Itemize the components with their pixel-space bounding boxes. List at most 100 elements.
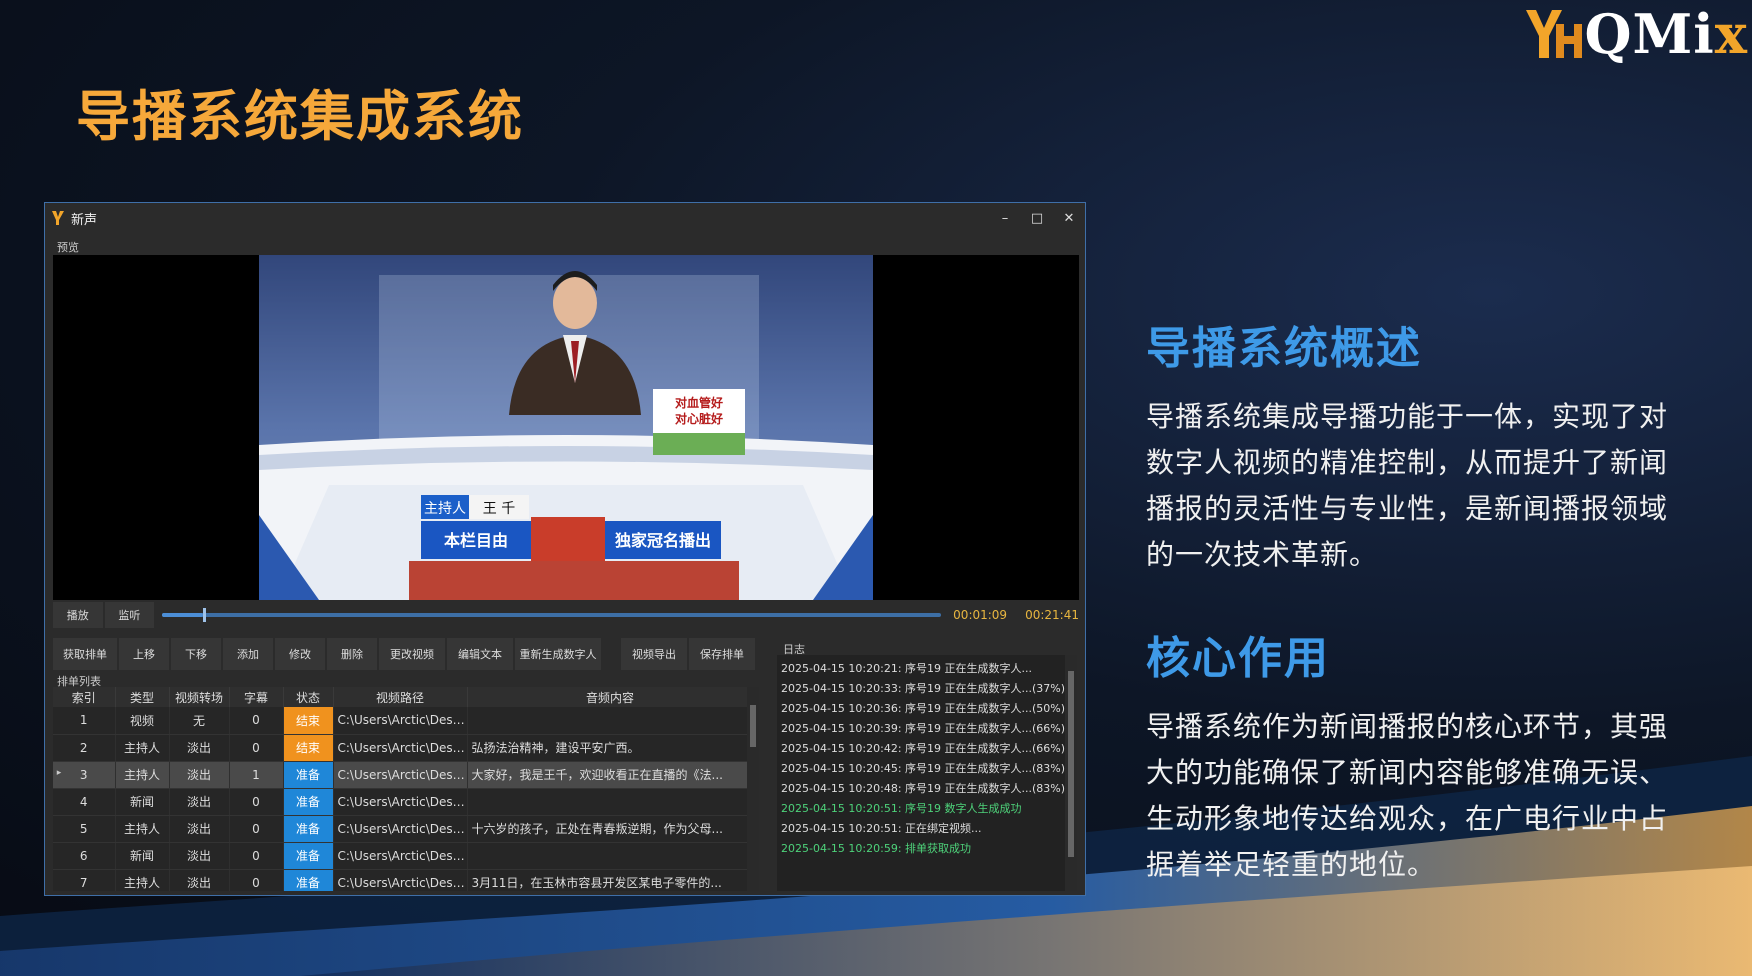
row-index: 1 bbox=[53, 707, 116, 735]
table-row[interactable]: 1 视频无 0 结束 C:\Users\Arctic\Deskt... bbox=[53, 707, 754, 735]
playback-bar: 播放 监听 00:01:09 00:21:41 bbox=[53, 600, 1079, 630]
row-index: 2 bbox=[53, 734, 116, 762]
brand-logo: QMix bbox=[1522, 2, 1748, 66]
progress-handle[interactable] bbox=[202, 608, 206, 622]
column-header[interactable]: 索引 bbox=[53, 687, 116, 707]
row-subtitle: 0 bbox=[229, 788, 284, 816]
playlist-table: 索引 类型 视频转场 字幕 状态 视频路径 音频内容 1 视频无 0 结束 C:\Use… bbox=[53, 687, 759, 891]
anchor-tag-text: 主持人 bbox=[424, 501, 466, 517]
slide-title: 导播系统集成系统 bbox=[76, 85, 524, 148]
column-header[interactable]: 音频内容 bbox=[467, 687, 754, 707]
row-transition: 淡出 bbox=[169, 869, 230, 891]
table-row[interactable]: 4 新闻 淡出 0 准备 C:\Users\Arctic\Deskt... bbox=[53, 788, 754, 816]
progress-fill bbox=[162, 613, 203, 617]
row-type: 主持人 bbox=[115, 761, 170, 789]
edit-text-button[interactable]: 编辑文本 bbox=[447, 638, 513, 670]
log-line: 2025-04-15 10:20:42: 序号19 正在生成数字人...(66%… bbox=[781, 742, 1066, 755]
change-video-button[interactable]: 更改视频 bbox=[379, 638, 445, 670]
table-row[interactable]: 7 主持人 淡出 0 准备 C:\Users\Arctic\Deskt... 3月11日，在… bbox=[53, 869, 754, 891]
play-button[interactable]: 播放 bbox=[53, 602, 103, 628]
maximize-icon[interactable]: □ bbox=[1021, 211, 1053, 226]
overview-section: 导播系统概述 导播系统集成导播功能于一体，实现了对数字人视频的精准控制，从而提升… bbox=[1146, 312, 1686, 578]
row-transition: 淡出 bbox=[169, 788, 230, 816]
row-subtitle: 0 bbox=[229, 734, 284, 762]
total-time: 00:21:41 bbox=[1025, 608, 1079, 622]
window-titlebar: 新声 – □ ✕ bbox=[45, 203, 1085, 233]
row-index: ▸ 3 bbox=[53, 761, 116, 789]
get-playlist-button[interactable]: 获取排单 bbox=[53, 638, 117, 670]
app-window: 新声 – □ ✕ 预览 对血管好 对心脏好 主持人 王 千 本栏目由 独家冠名播… bbox=[44, 202, 1086, 896]
row-video-path: C:\Users\Arctic\Deskt... bbox=[333, 815, 468, 843]
row-type: 主持人 bbox=[115, 869, 170, 891]
row-type: 视频 bbox=[115, 707, 170, 735]
table-row[interactable]: ▸ 3 主持人 淡出 1 准备 C:\Users\Arctic\Deskt... 大家好，我是… bbox=[53, 761, 754, 789]
row-video-path: C:\Users\Arctic\Deskt... bbox=[333, 734, 468, 762]
video-export-button[interactable]: 视频导出 bbox=[621, 638, 687, 670]
column-header[interactable]: 字幕 bbox=[229, 687, 284, 707]
row-audio-content: 3月11日，在玉林市容县开发区某电子零件的... bbox=[467, 869, 754, 891]
delete-button[interactable]: 删除 bbox=[327, 638, 377, 670]
row-audio-content bbox=[467, 842, 754, 870]
row-audio-content bbox=[467, 788, 754, 816]
column-header[interactable]: 状态 bbox=[283, 687, 334, 707]
row-index: 7 bbox=[53, 869, 116, 891]
row-audio-content: 弘扬法治精神，建设平安广西。 bbox=[467, 734, 754, 762]
log-scrollbar[interactable] bbox=[1065, 655, 1077, 891]
close-icon[interactable]: ✕ bbox=[1053, 211, 1085, 226]
playlist-toolbar: 获取排单 上移 下移 添加 修改 删除 更改视频 编辑文本 重新生成数字人 视频… bbox=[53, 638, 757, 670]
row-video-path: C:\Users\Arctic\Deskt... bbox=[333, 788, 468, 816]
row-status: 结束 bbox=[283, 707, 334, 735]
row-video-path: C:\Users\Arctic\Deskt... bbox=[333, 707, 468, 735]
log-line: 2025-04-15 10:20:39: 序号19 正在生成数字人...(66%… bbox=[781, 722, 1066, 735]
row-subtitle: 0 bbox=[229, 707, 284, 735]
core-body: 导播系统作为新闻播报的核心环节，其强大的功能确保了新闻内容能够准确无误、生动形象… bbox=[1146, 710, 1669, 881]
overview-heading: 导播系统概述 bbox=[1146, 323, 1422, 374]
row-subtitle: 0 bbox=[229, 869, 284, 891]
row-type: 主持人 bbox=[115, 734, 170, 762]
current-row-marker-icon: ▸ bbox=[56, 767, 62, 778]
log-line: 2025-04-15 10:20:45: 序号19 正在生成数字人...(83%… bbox=[781, 762, 1066, 775]
anchor-name-text: 王 千 bbox=[483, 501, 515, 517]
minimize-icon[interactable]: – bbox=[989, 211, 1021, 226]
edit-button[interactable]: 修改 bbox=[275, 638, 325, 670]
column-header[interactable]: 视频路径 bbox=[333, 687, 468, 707]
row-status: 准备 bbox=[283, 869, 334, 891]
log-line: 2025-04-15 10:20:51: 正在绑定视频... bbox=[781, 822, 982, 835]
row-transition: 无 bbox=[169, 707, 230, 735]
column-header[interactable]: 类型 bbox=[115, 687, 170, 707]
row-status: 准备 bbox=[283, 761, 334, 789]
table-row[interactable]: 6 新闻 淡出 0 准备 C:\Users\Arctic\Deskt... bbox=[53, 842, 754, 870]
row-transition: 淡出 bbox=[169, 815, 230, 843]
column-header[interactable]: 视频转场 bbox=[169, 687, 230, 707]
save-playlist-button[interactable]: 保存排单 bbox=[689, 638, 755, 670]
video-preview: 对血管好 对心脏好 主持人 王 千 本栏目由 独家冠名播出 bbox=[53, 255, 1079, 600]
move-down-button[interactable]: 下移 bbox=[171, 638, 221, 670]
scroll-thumb[interactable] bbox=[1068, 671, 1074, 857]
move-up-button[interactable]: 上移 bbox=[119, 638, 169, 670]
row-subtitle: 1 bbox=[229, 761, 284, 789]
svg-text:对血管好: 对血管好 bbox=[675, 395, 723, 410]
table-row[interactable]: 5 主持人 淡出 0 准备 C:\Users\Arctic\Deskt... 十六岁的孩子，… bbox=[53, 815, 754, 843]
monitor-button[interactable]: 监听 bbox=[104, 602, 155, 628]
regenerate-avatar-button[interactable]: 重新生成数字人 bbox=[515, 638, 601, 670]
row-video-path: C:\Users\Arctic\Deskt... bbox=[333, 761, 468, 789]
row-status: 结束 bbox=[283, 734, 334, 762]
playback-progress-slider[interactable] bbox=[162, 608, 942, 622]
row-transition: 淡出 bbox=[169, 842, 230, 870]
row-status: 准备 bbox=[283, 842, 334, 870]
logo-mark-icon bbox=[1522, 6, 1584, 62]
log-line: 2025-04-15 10:20:59: 排单获取成功 bbox=[781, 842, 972, 855]
log-line: 2025-04-15 10:20:36: 序号19 正在生成数字人...(50%… bbox=[781, 702, 1066, 715]
table-scrollbar[interactable] bbox=[747, 687, 759, 891]
row-index: 6 bbox=[53, 842, 116, 870]
row-type: 主持人 bbox=[115, 815, 170, 843]
row-index: 4 bbox=[53, 788, 116, 816]
row-transition: 淡出 bbox=[169, 761, 230, 789]
row-audio-content: 大家好，我是王千，欢迎收看正在直播的《法... bbox=[467, 761, 754, 789]
scroll-thumb[interactable] bbox=[750, 705, 756, 747]
table-row[interactable]: 2 主持人 淡出 0 结束 C:\Users\Arctic\Deskt... 弘扬法治精神，… bbox=[53, 734, 754, 762]
add-button[interactable]: 添加 bbox=[223, 638, 273, 670]
svg-text:对心脏好: 对心脏好 bbox=[675, 411, 723, 426]
log-line: 2025-04-15 10:20:33: 序号19 正在生成数字人...(37%… bbox=[781, 682, 1066, 695]
sponsor-right-text: 独家冠名播出 bbox=[615, 531, 711, 550]
